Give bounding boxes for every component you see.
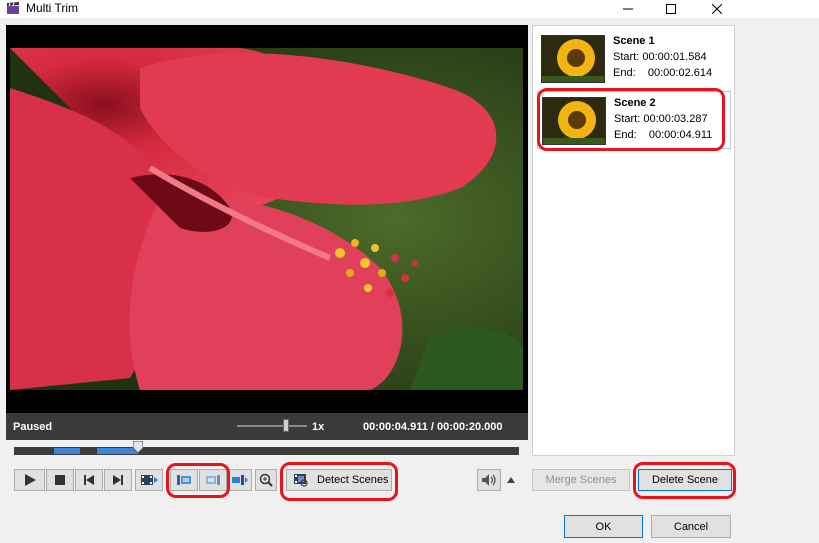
scene-detect-icon <box>294 474 308 487</box>
trim-button[interactable] <box>135 469 163 491</box>
title-bar: Multi Trim <box>0 0 819 18</box>
detect-scenes-label: Detect Scenes <box>317 474 389 486</box>
stop-icon <box>55 475 65 485</box>
scene-list[interactable]: Scene 1 Start: 00:00:01.584 End: 00:00:0… <box>532 25 735 456</box>
scene-start-time: Start: 00:00:03.287 <box>614 113 708 125</box>
stop-button[interactable] <box>46 469 74 491</box>
play-icon <box>24 474 36 486</box>
triangle-up-icon <box>507 477 515 483</box>
speaker-icon <box>482 474 496 486</box>
minimize-button[interactable] <box>605 0 651 18</box>
multi-trim-window: Multi Trim Paused 1x 00:00:04.911 / 00:0… <box>0 0 819 543</box>
scene-thumbnail <box>542 97 606 145</box>
player-status-bar: Paused 1x 00:00:04.911 / 00:00:20.000 <box>6 413 528 440</box>
end-value: 00:00:02.614 <box>647 67 713 79</box>
film-clapper-icon <box>7 2 19 14</box>
end-label: End: <box>613 67 636 79</box>
scene-name: Scene 2 <box>614 97 656 109</box>
end-label: End: <box>614 129 637 141</box>
start-value: 00:00:03.287 <box>643 113 708 125</box>
end-value: 00:00:04.911 <box>648 129 713 141</box>
maximize-icon <box>666 4 676 14</box>
volume-button[interactable] <box>477 469 501 491</box>
film-trim-icon <box>141 475 158 485</box>
scene-thumbnail <box>541 35 605 83</box>
skip-back-icon <box>84 475 94 485</box>
merge-scenes-button[interactable]: Merge Scenes <box>532 469 630 491</box>
video-frame <box>10 48 523 390</box>
scene-list-item[interactable]: Scene 1 Start: 00:00:01.584 End: 00:00:0… <box>537 30 731 88</box>
timeline-track[interactable] <box>14 447 519 455</box>
scene-name: Scene 1 <box>613 35 655 47</box>
time-separator: / <box>430 421 434 433</box>
sunflower-thumbnail-image <box>543 98 605 144</box>
window-title: Multi Trim <box>26 1 78 15</box>
speed-slider-thumb[interactable] <box>283 419 289 432</box>
close-button[interactable] <box>694 0 740 18</box>
close-icon <box>712 4 722 14</box>
video-preview[interactable] <box>6 25 528 413</box>
player-controls: Detect Scenes Merge Scenes Delete Scene <box>0 462 819 502</box>
zoom-in-icon <box>259 473 273 487</box>
delete-scene-button[interactable]: Delete Scene <box>638 469 732 491</box>
minimize-icon <box>623 8 633 10</box>
scene-end-time: End: 00:00:02.614 <box>613 67 712 79</box>
speed-value: 1x <box>312 421 325 433</box>
scene-segment <box>96 448 139 454</box>
total-time: 00:00:20.000 <box>437 421 503 433</box>
play-button[interactable] <box>14 469 45 491</box>
playhead-icon[interactable] <box>133 441 144 453</box>
start-label: Start: <box>614 113 641 125</box>
cancel-button[interactable]: Cancel <box>651 515 731 538</box>
start-value: 00:00:01.584 <box>642 51 707 63</box>
detect-scenes-button[interactable]: Detect Scenes <box>286 469 392 491</box>
hibiscus-flower-image <box>10 48 523 390</box>
speed-slider[interactable] <box>237 425 307 427</box>
skip-forward-icon <box>113 475 123 485</box>
scene-start-time: Start: 00:00:01.584 <box>613 51 707 63</box>
playback-status: Paused <box>13 421 53 433</box>
start-label: Start: <box>613 51 640 63</box>
add-marker-button[interactable] <box>228 469 252 491</box>
maximize-button[interactable] <box>648 0 694 18</box>
ok-button[interactable]: OK <box>564 515 643 538</box>
mark-in-icon <box>177 475 191 485</box>
volume-menu-button[interactable] <box>502 469 520 491</box>
mark-in-button[interactable] <box>170 469 198 491</box>
next-frame-button[interactable] <box>104 469 132 491</box>
sunflower-thumbnail-image <box>542 36 604 82</box>
scene-list-item-selected[interactable]: Scene 2 Start: 00:00:03.287 End: 00:00:0… <box>537 91 731 149</box>
mark-out-icon <box>206 475 220 485</box>
zoom-button[interactable] <box>255 469 277 491</box>
timeline[interactable] <box>6 440 528 462</box>
prev-frame-button[interactable] <box>75 469 103 491</box>
mark-out-button[interactable] <box>199 469 227 491</box>
add-marker-icon <box>232 475 248 485</box>
scene-segment <box>53 448 81 454</box>
scene-end-time: End: 00:00:04.911 <box>614 129 712 141</box>
current-time: 00:00:04.911 <box>363 421 428 433</box>
time-readout: 00:00:04.911 / 00:00:20.000 <box>363 421 502 433</box>
